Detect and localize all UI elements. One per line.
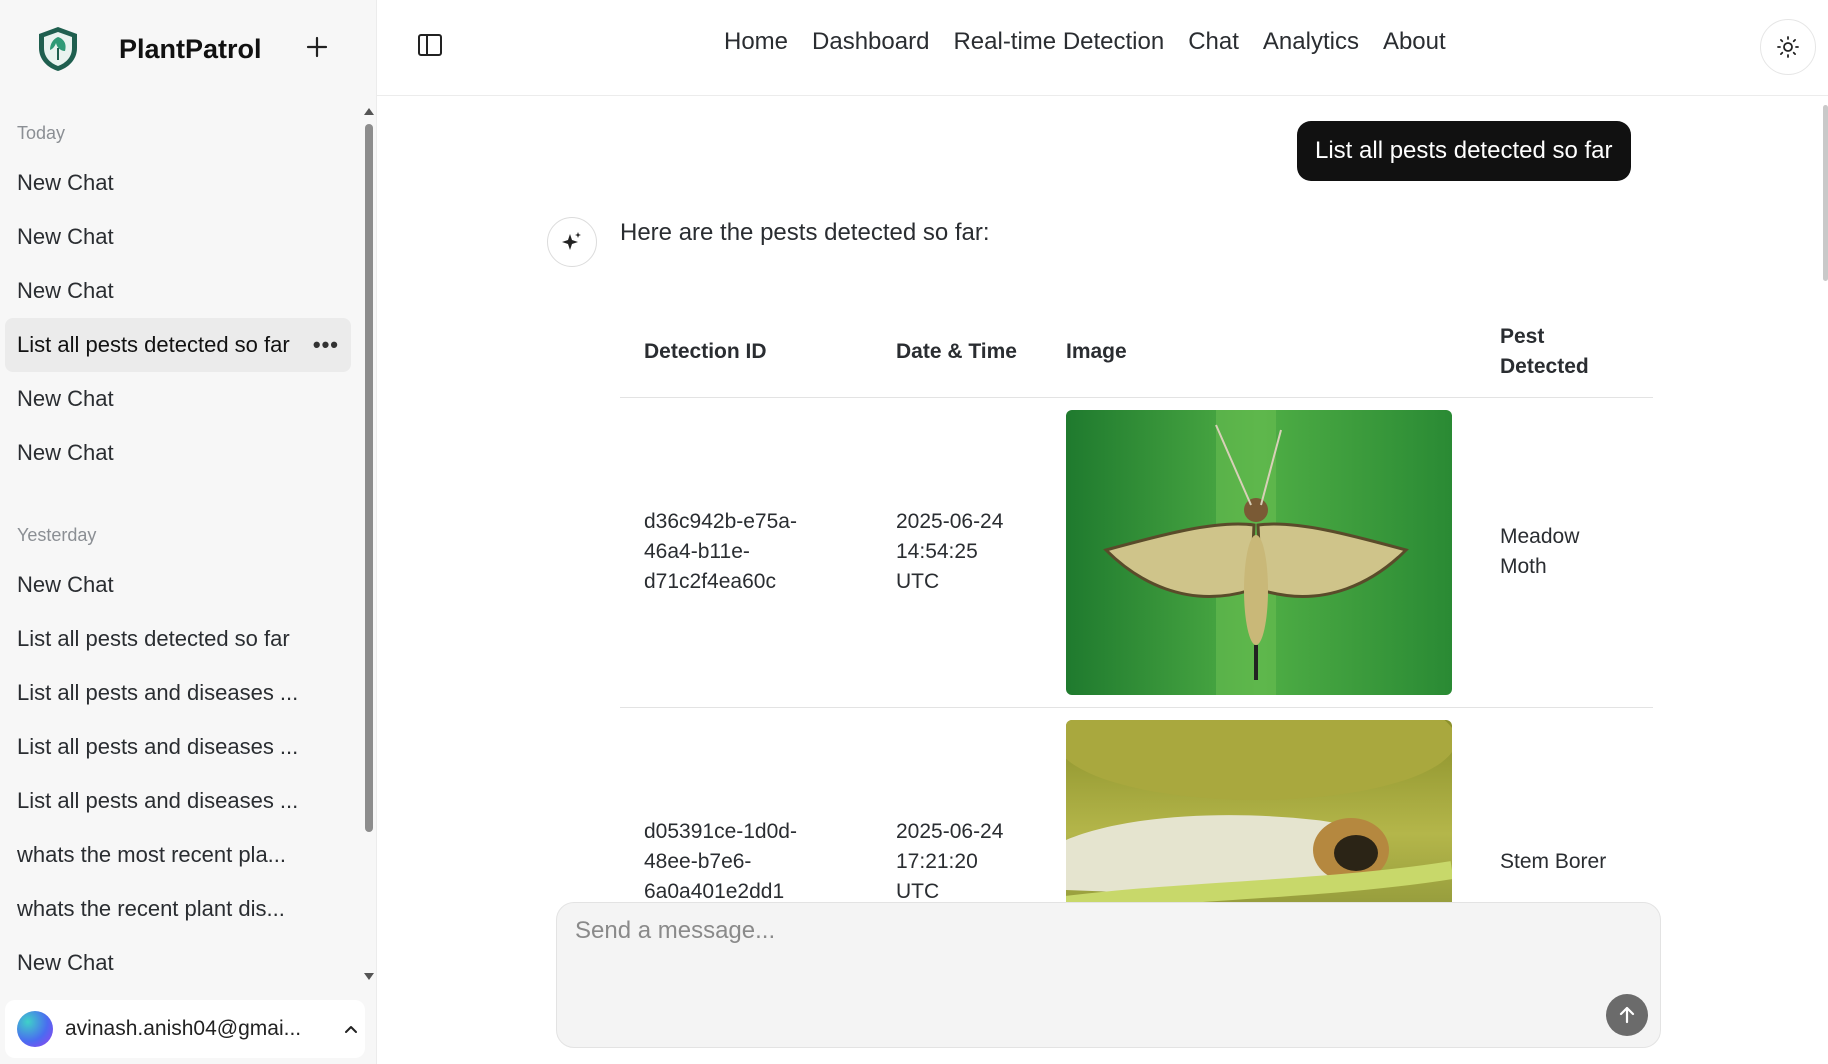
- history-item[interactable]: List all pests and diseases ...: [5, 720, 351, 774]
- plus-icon: [306, 36, 328, 58]
- nav-analytics[interactable]: Analytics: [1263, 28, 1359, 56]
- scroll-down-arrow[interactable]: [364, 973, 374, 980]
- sidebar: PlantPatrol Today New Chat New Chat New …: [0, 0, 377, 1064]
- col-detection-id: Detection ID: [620, 307, 872, 398]
- user-message: List all pests detected so far: [1297, 121, 1631, 181]
- main-scrollbar-thumb[interactable]: [1823, 105, 1828, 281]
- sidebar-scrollbar-thumb[interactable]: [365, 124, 373, 832]
- nav-home[interactable]: Home: [724, 28, 788, 56]
- history-item[interactable]: List all pests detected so far: [5, 612, 351, 666]
- user-menu[interactable]: avinash.anish04@gmai...: [5, 1000, 365, 1058]
- chevron-up-icon: [345, 1026, 357, 1033]
- nav-chat[interactable]: Chat: [1188, 28, 1239, 56]
- send-button[interactable]: [1606, 994, 1648, 1036]
- assistant-message: Here are the pests detected so far:: [620, 219, 990, 246]
- history-item[interactable]: List all pests and diseases ...: [5, 666, 351, 720]
- history-item[interactable]: whats the most recent pla...: [5, 828, 351, 882]
- history-item[interactable]: List all pests and diseases ...: [5, 774, 351, 828]
- new-chat-button[interactable]: [300, 30, 334, 64]
- chat-history: Today New Chat New Chat New Chat List al…: [5, 108, 351, 988]
- pest-cell: Meadow Moth: [1476, 397, 1653, 708]
- history-item[interactable]: New Chat: [5, 210, 351, 264]
- brand[interactable]: PlantPatrol: [33, 24, 262, 74]
- sun-icon: [1777, 36, 1799, 58]
- history-item[interactable]: New Chat: [5, 558, 351, 612]
- history-item[interactable]: New Chat: [5, 426, 351, 480]
- history-item[interactable]: New Chat: [5, 372, 351, 426]
- nav-dashboard[interactable]: Dashboard: [812, 28, 929, 56]
- theme-toggle-button[interactable]: [1760, 19, 1816, 75]
- avatar: [17, 1011, 53, 1047]
- col-image: Image: [1042, 307, 1476, 398]
- history-item[interactable]: New Chat: [5, 936, 351, 988]
- user-email: avinash.anish04@gmai...: [65, 1017, 302, 1040]
- nav-about[interactable]: About: [1383, 28, 1446, 56]
- group-label-yesterday: Yesterday: [17, 525, 97, 545]
- pest-image-moth[interactable]: [1066, 409, 1452, 695]
- datetime-cell: 2025-06-24 14:54:25 UTC: [872, 397, 1042, 708]
- message-composer: [556, 902, 1661, 1048]
- sparkle-icon: [562, 232, 581, 250]
- top-header: Home Dashboard Real-time Detection Chat …: [377, 0, 1828, 96]
- col-date-time: Date & Time: [872, 307, 1042, 398]
- shield-logo-icon: [39, 27, 77, 71]
- app-name: PlantPatrol: [119, 33, 262, 64]
- history-item[interactable]: New Chat: [5, 264, 351, 318]
- history-item[interactable]: whats the recent plant dis...: [5, 882, 351, 936]
- arrow-up-icon: [1619, 1006, 1635, 1024]
- table-header-row: Detection ID Date & Time Image Pest Dete…: [620, 307, 1653, 398]
- history-item[interactable]: New Chat: [5, 156, 351, 210]
- scroll-up-arrow[interactable]: [364, 108, 374, 115]
- message-input[interactable]: [575, 917, 1575, 1007]
- main-nav: Home Dashboard Real-time Detection Chat …: [724, 28, 1446, 56]
- group-label-today: Today: [17, 123, 66, 143]
- sidebar-toggle-icon[interactable]: [415, 30, 445, 60]
- image-cell: [1042, 397, 1476, 708]
- assistant-avatar: [547, 217, 597, 267]
- detection-id-cell: d36c942b-e75a-46a4-b11e-d71c2f4ea60c: [620, 397, 872, 708]
- table-row: d36c942b-e75a-46a4-b11e-d71c2f4ea60c 202…: [620, 397, 1653, 708]
- history-item-active[interactable]: List all pests detected so far •••: [5, 318, 351, 372]
- col-pest-detected: Pest Detected: [1476, 307, 1653, 398]
- nav-real-time-detection[interactable]: Real-time Detection: [953, 28, 1164, 56]
- more-icon[interactable]: •••: [313, 332, 339, 358]
